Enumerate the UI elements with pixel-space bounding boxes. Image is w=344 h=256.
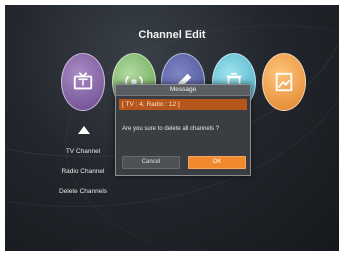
menu-item-delete-channels[interactable]: Delete Channels [33,188,133,195]
dialog-message: Are you sure to delete all channels ? [122,126,220,132]
picture-circle[interactable] [262,53,306,111]
tv-icon [73,72,93,90]
channel-count-info: [ TV : 4, Radio : 12 ] [119,99,247,110]
tv-channel-circle[interactable] [61,53,105,111]
picture-icon [275,72,293,92]
tv-screen: Channel Edit TV Channel Radio Channel De… [5,5,339,251]
page-title: Channel Edit [138,29,206,41]
cancel-button[interactable]: Cancel [122,156,180,169]
selection-arrow-icon [78,126,90,134]
dialog-title: Message [116,85,250,96]
message-dialog: Message [ TV : 4, Radio : 12 ] Are you s… [115,84,251,176]
ok-button[interactable]: OK [188,156,246,169]
